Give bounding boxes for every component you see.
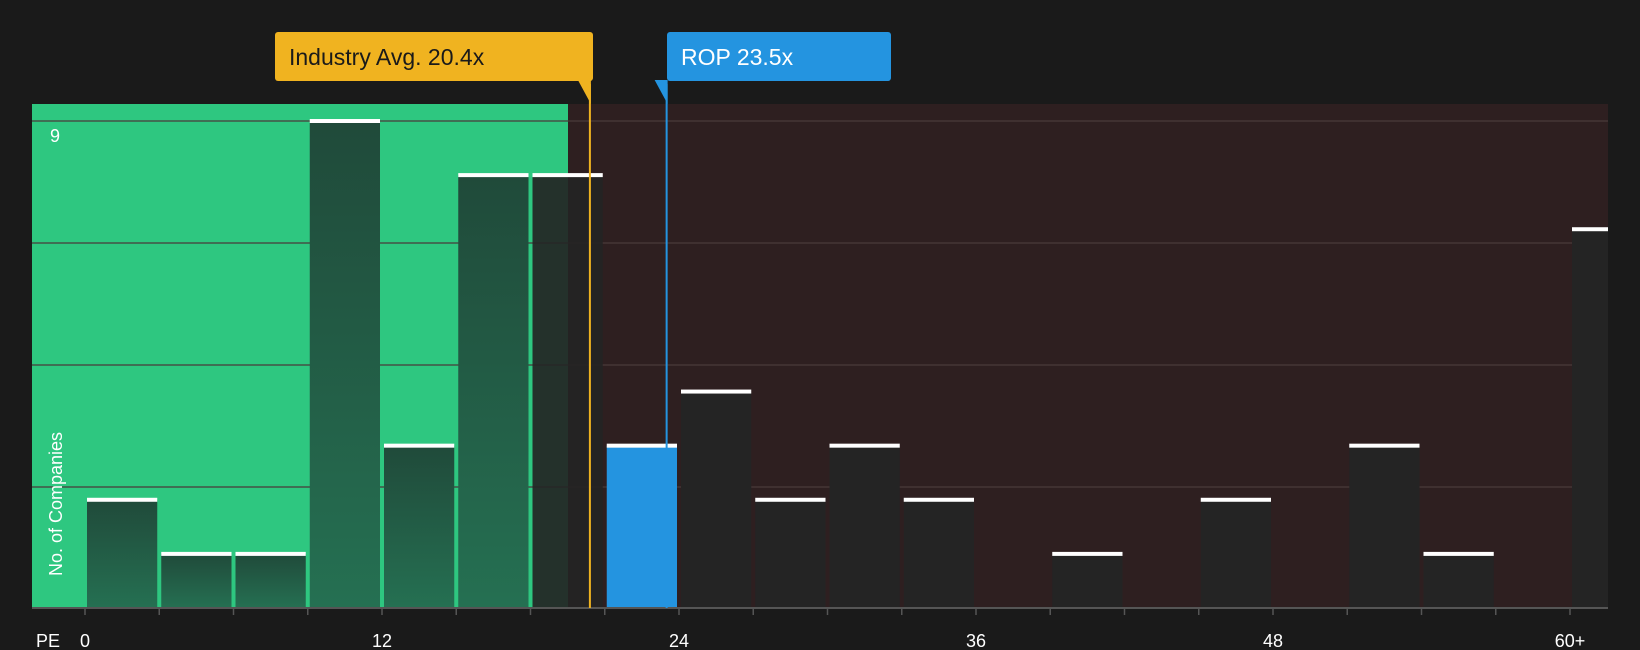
bar-9-12 [309,121,380,608]
bar-15-18 [458,175,529,608]
x-tick-label-48: 48 [1263,631,1283,650]
bar-30-33 [829,445,900,608]
bar-cap-51-54 [1349,443,1420,448]
bar-54-57 [1423,553,1494,608]
bar-cap-18-21 [532,173,603,178]
bar-cap-12-15 [384,443,455,448]
x-tick-label-60: 60+ [1555,631,1586,650]
bar-cap-60-63 [1572,227,1608,232]
y-max-label: 9 [50,126,60,146]
industry-avg-label: Industry Avg. 20.4x [289,44,485,70]
bar-39-42 [1052,553,1123,608]
bar-cap-30-33 [829,443,900,448]
bar-cap-45-48 [1200,497,1271,502]
bar-cap-15-18 [458,173,529,178]
x-tick-label-12: 12 [372,631,392,650]
bar-27-30 [755,499,826,608]
bar-cap-0-3 [87,497,158,502]
bar-cap-6-9 [235,551,306,556]
bar-33-36 [903,499,974,608]
bar-0-3 [87,499,158,608]
bar-cap-27-30 [755,497,826,502]
pe-distribution-chart: 0 12 24 36 48 60+ Industry Avg. 20.4x ROP 23.5… [32,32,1608,650]
bar-cap-54-57 [1423,551,1494,556]
bar-6-9 [235,553,306,608]
bar-18-21 [532,175,603,608]
x-axis: 0 12 24 36 48 60+ [32,607,1608,650]
bar-cap-3-6 [161,551,232,556]
company-label: ROP 23.5x [681,44,794,70]
bar-cap-24-27 [681,389,752,394]
bar-cap-33-36 [903,497,974,502]
y-axis-title: No. of Companies [46,432,66,576]
bar-45-48 [1200,499,1271,608]
x-tick-label-0: 0 [80,631,90,650]
x-tick-label-24: 24 [669,631,689,650]
bar-cap-39-42 [1052,551,1123,556]
bar-3-6 [161,553,232,608]
bar-cap-9-12 [309,119,380,123]
bar-51-54 [1349,445,1420,608]
x-tick-label-36: 36 [966,631,986,650]
bar-12-15 [384,445,455,608]
bar-24-27 [681,391,752,608]
bar-60-63 [1572,229,1608,608]
x-axis-name: PE [36,631,60,650]
